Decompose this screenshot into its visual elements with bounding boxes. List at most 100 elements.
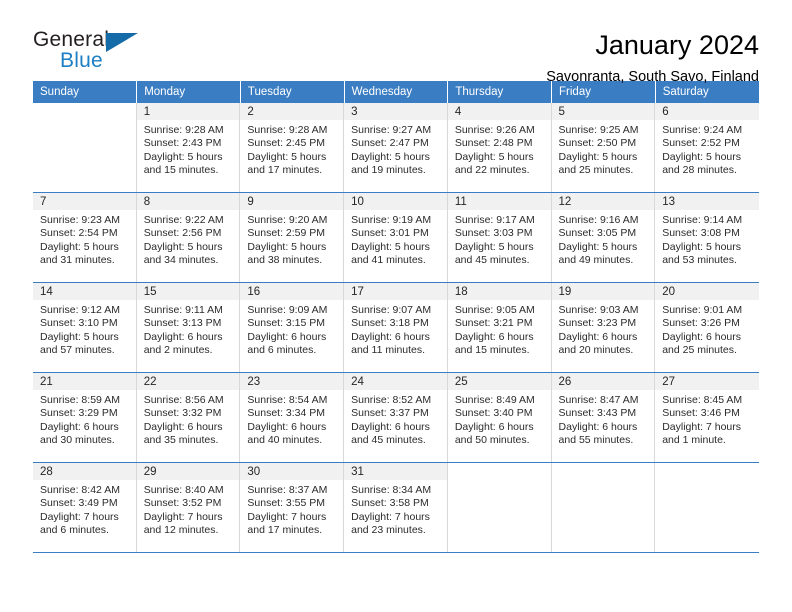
daylight-text-line1: Daylight: 5 hours	[143, 150, 223, 163]
daylight-text-line1: Daylight: 6 hours	[454, 330, 534, 343]
calendar-day-cell[interactable]: 22 Sunrise: 8:56 AM Sunset: 3:32 PM Dayligh…	[136, 373, 241, 462]
sunrise-text: Sunrise: 9:22 AM	[143, 214, 224, 226]
day-details: Sunrise: 9:17 AM Sunset: 3:03 PM Daylight:…	[448, 210, 551, 268]
calendar-day-cell[interactable]: 4 Sunrise: 9:26 AM Sunset: 2:48 PM Daylight…	[447, 103, 552, 192]
calendar-day-cell[interactable]: 3 Sunrise: 9:27 AM Sunset: 2:47 PM Daylight…	[344, 103, 448, 192]
day-number: 23	[240, 373, 344, 390]
calendar-day-cell[interactable]: 7 Sunrise: 9:23 AM Sunset: 2:54 PM Daylight…	[33, 193, 137, 282]
day-number: 24	[344, 373, 447, 390]
calendar-day-cell[interactable]: 8 Sunrise: 9:22 AM Sunset: 2:56 PM Daylight…	[136, 193, 241, 282]
day-details: Sunrise: 8:37 AM Sunset: 3:55 PM Daylight:…	[240, 480, 343, 538]
daylight-text-line1: Daylight: 5 hours	[558, 240, 638, 253]
calendar-day-cell[interactable]: 29 Sunrise: 8:40 AM Sunset: 3:52 PM Dayligh…	[136, 463, 241, 552]
calendar-day-cell[interactable]: 17 Sunrise: 9:07 AM Sunset: 3:18 PM Dayligh…	[344, 283, 448, 372]
calendar-day-cell[interactable]: 31 Sunrise: 8:34 AM Sunset: 3:58 PM Dayligh…	[344, 463, 448, 552]
daylight-text-line1: Daylight: 7 hours	[247, 510, 327, 523]
day-details: Sunrise: 8:45 AM Sunset: 3:46 PM Daylight:…	[655, 390, 759, 448]
calendar-day-cell[interactable]: 25 Sunrise: 8:49 AM Sunset: 3:40 PM Dayligh…	[447, 373, 552, 462]
daylight-text-line1: Daylight: 6 hours	[40, 420, 119, 433]
day-number: 30	[240, 463, 344, 480]
day-details: Sunrise: 9:19 AM Sunset: 3:01 PM Daylight:…	[344, 210, 447, 268]
calendar-day-cell[interactable]: 26 Sunrise: 8:47 AM Sunset: 3:43 PM Dayligh…	[551, 373, 656, 462]
day-number: 8	[136, 193, 240, 210]
calendar-day-cell[interactable]: 1 Sunrise: 9:28 AM Sunset: 2:43 PM Daylight…	[136, 103, 241, 192]
calendar-day-cell[interactable]: 5 Sunrise: 9:25 AM Sunset: 2:50 PM Daylight…	[551, 103, 656, 192]
sunrise-text: Sunrise: 9:05 AM	[454, 304, 535, 316]
calendar-day-cell[interactable]: 24 Sunrise: 8:52 AM Sunset: 3:37 PM Dayligh…	[344, 373, 448, 462]
day-number: 16	[240, 283, 344, 300]
daylight-text-line2: and 45 minutes.	[454, 254, 530, 267]
calendar-table: Sunday Monday Tuesday Wednesday Thursday…	[33, 81, 759, 552]
calendar-week-row: 14 Sunrise: 9:12 AM Sunset: 3:10 PM Dayligh…	[33, 282, 759, 373]
calendar-day-cell[interactable]: 13 Sunrise: 9:14 AM Sunset: 3:08 PM Dayligh…	[655, 193, 759, 282]
sunrise-text: Sunrise: 9:09 AM	[247, 304, 328, 316]
calendar-day-cell[interactable]: 20 Sunrise: 9:01 AM Sunset: 3:26 PM Dayligh…	[655, 283, 759, 372]
sunset-text: Sunset: 2:47 PM	[351, 137, 429, 150]
calendar-day-cell[interactable]: 2 Sunrise: 9:28 AM Sunset: 2:45 PM Daylight…	[240, 103, 345, 192]
daylight-text-line1: Daylight: 6 hours	[351, 420, 430, 433]
sunset-text: Sunset: 3:49 PM	[40, 497, 118, 510]
calendar-day-cell[interactable]: 19 Sunrise: 9:03 AM Sunset: 3:23 PM Dayligh…	[551, 283, 656, 372]
day-details: Sunrise: 9:26 AM Sunset: 2:48 PM Daylight:…	[448, 120, 551, 178]
sunset-text: Sunset: 3:13 PM	[143, 317, 222, 330]
calendar-day-cell[interactable]: 10 Sunrise: 9:19 AM Sunset: 3:01 PM Dayligh…	[344, 193, 448, 282]
calendar-day-cell[interactable]: 9 Sunrise: 9:20 AM Sunset: 2:59 PM Daylight…	[240, 193, 345, 282]
sunrise-text: Sunrise: 9:17 AM	[454, 214, 535, 226]
day-number: 26	[551, 373, 655, 390]
sunset-text: Sunset: 3:34 PM	[247, 407, 326, 420]
day-number: 3	[344, 103, 447, 120]
day-details: Sunrise: 9:14 AM Sunset: 3:08 PM Daylight:…	[655, 210, 759, 268]
day-details: Sunrise: 9:22 AM Sunset: 2:56 PM Daylight:…	[137, 210, 240, 268]
daylight-text-line2: and 50 minutes.	[454, 434, 530, 447]
daylight-text-line2: and 6 minutes.	[247, 344, 317, 357]
calendar-day-cell[interactable]: 14 Sunrise: 9:12 AM Sunset: 3:10 PM Dayligh…	[33, 283, 137, 372]
day-number: 12	[551, 193, 655, 210]
daylight-text-line1: Daylight: 5 hours	[454, 150, 534, 163]
daylight-text-line2: and 40 minutes.	[247, 434, 323, 447]
sunset-text: Sunset: 3:03 PM	[454, 227, 533, 240]
sunset-text: Sunset: 3:10 PM	[40, 317, 118, 330]
day-details: Sunrise: 8:47 AM Sunset: 3:43 PM Daylight:…	[552, 390, 655, 448]
calendar-day-cell[interactable]: 30 Sunrise: 8:37 AM Sunset: 3:55 PM Dayligh…	[240, 463, 345, 552]
calendar-day-cell[interactable]: 21 Sunrise: 8:59 AM Sunset: 3:29 PM Dayligh…	[33, 373, 137, 462]
general-blue-logo[interactable]: General Blue	[33, 28, 153, 80]
daylight-text-line2: and 53 minutes.	[662, 254, 737, 267]
calendar-day-cell[interactable]: 16 Sunrise: 9:09 AM Sunset: 3:15 PM Dayligh…	[240, 283, 345, 372]
calendar-day-cell[interactable]: 12 Sunrise: 9:16 AM Sunset: 3:05 PM Dayligh…	[551, 193, 656, 282]
weekday-header-sunday: Sunday	[33, 81, 138, 103]
calendar-day-cell[interactable]: 18 Sunrise: 9:05 AM Sunset: 3:21 PM Dayligh…	[447, 283, 552, 372]
sunrise-text: Sunrise: 9:23 AM	[40, 214, 120, 226]
sunset-text: Sunset: 3:58 PM	[351, 497, 429, 510]
sunrise-text: Sunrise: 9:25 AM	[558, 124, 639, 136]
daylight-text-line2: and 25 minutes.	[662, 344, 737, 357]
day-number: 31	[344, 463, 447, 480]
sunset-text: Sunset: 2:45 PM	[247, 137, 326, 150]
daylight-text-line1: Daylight: 7 hours	[662, 420, 742, 433]
calendar-day-cell[interactable]: 28 Sunrise: 8:42 AM Sunset: 3:49 PM Dayligh…	[33, 463, 137, 552]
sunset-text: Sunset: 2:43 PM	[143, 137, 222, 150]
day-number: 11	[447, 193, 551, 210]
day-details: Sunrise: 8:42 AM Sunset: 3:49 PM Daylight:…	[33, 480, 136, 538]
sunrise-text: Sunrise: 8:42 AM	[40, 484, 120, 496]
calendar-week-row: 21 Sunrise: 8:59 AM Sunset: 3:29 PM Dayligh…	[33, 372, 759, 463]
daylight-text-line1: Daylight: 7 hours	[143, 510, 223, 523]
sunset-text: Sunset: 3:37 PM	[351, 407, 429, 420]
day-details: Sunrise: 9:23 AM Sunset: 2:54 PM Daylight:…	[33, 210, 136, 268]
sunrise-text: Sunrise: 9:20 AM	[247, 214, 328, 226]
calendar-day-cell[interactable]: 23 Sunrise: 8:54 AM Sunset: 3:34 PM Dayligh…	[240, 373, 345, 462]
sunset-text: Sunset: 2:50 PM	[558, 137, 637, 150]
calendar-day-cell[interactable]: 27 Sunrise: 8:45 AM Sunset: 3:46 PM Dayligh…	[655, 373, 759, 462]
day-details: Sunrise: 8:54 AM Sunset: 3:34 PM Daylight:…	[240, 390, 343, 448]
calendar-day-cell[interactable]: 11 Sunrise: 9:17 AM Sunset: 3:03 PM Dayligh…	[447, 193, 552, 282]
day-number: 25	[447, 373, 551, 390]
calendar-empty-cell	[33, 103, 137, 192]
page-subtitle: Savonranta, South Savo, Finland	[546, 69, 759, 85]
day-details: Sunrise: 8:56 AM Sunset: 3:32 PM Daylight:…	[137, 390, 240, 448]
day-details: Sunrise: 9:20 AM Sunset: 2:59 PM Daylight:…	[240, 210, 343, 268]
calendar-day-cell[interactable]: 15 Sunrise: 9:11 AM Sunset: 3:13 PM Dayligh…	[136, 283, 241, 372]
calendar-day-cell[interactable]: 6 Sunrise: 9:24 AM Sunset: 2:52 PM Daylight…	[655, 103, 759, 192]
day-details: Sunrise: 9:27 AM Sunset: 2:47 PM Daylight:…	[344, 120, 447, 178]
sunset-text: Sunset: 3:26 PM	[662, 317, 740, 330]
day-details: Sunrise: 9:09 AM Sunset: 3:15 PM Daylight:…	[240, 300, 343, 358]
day-number	[33, 103, 136, 120]
